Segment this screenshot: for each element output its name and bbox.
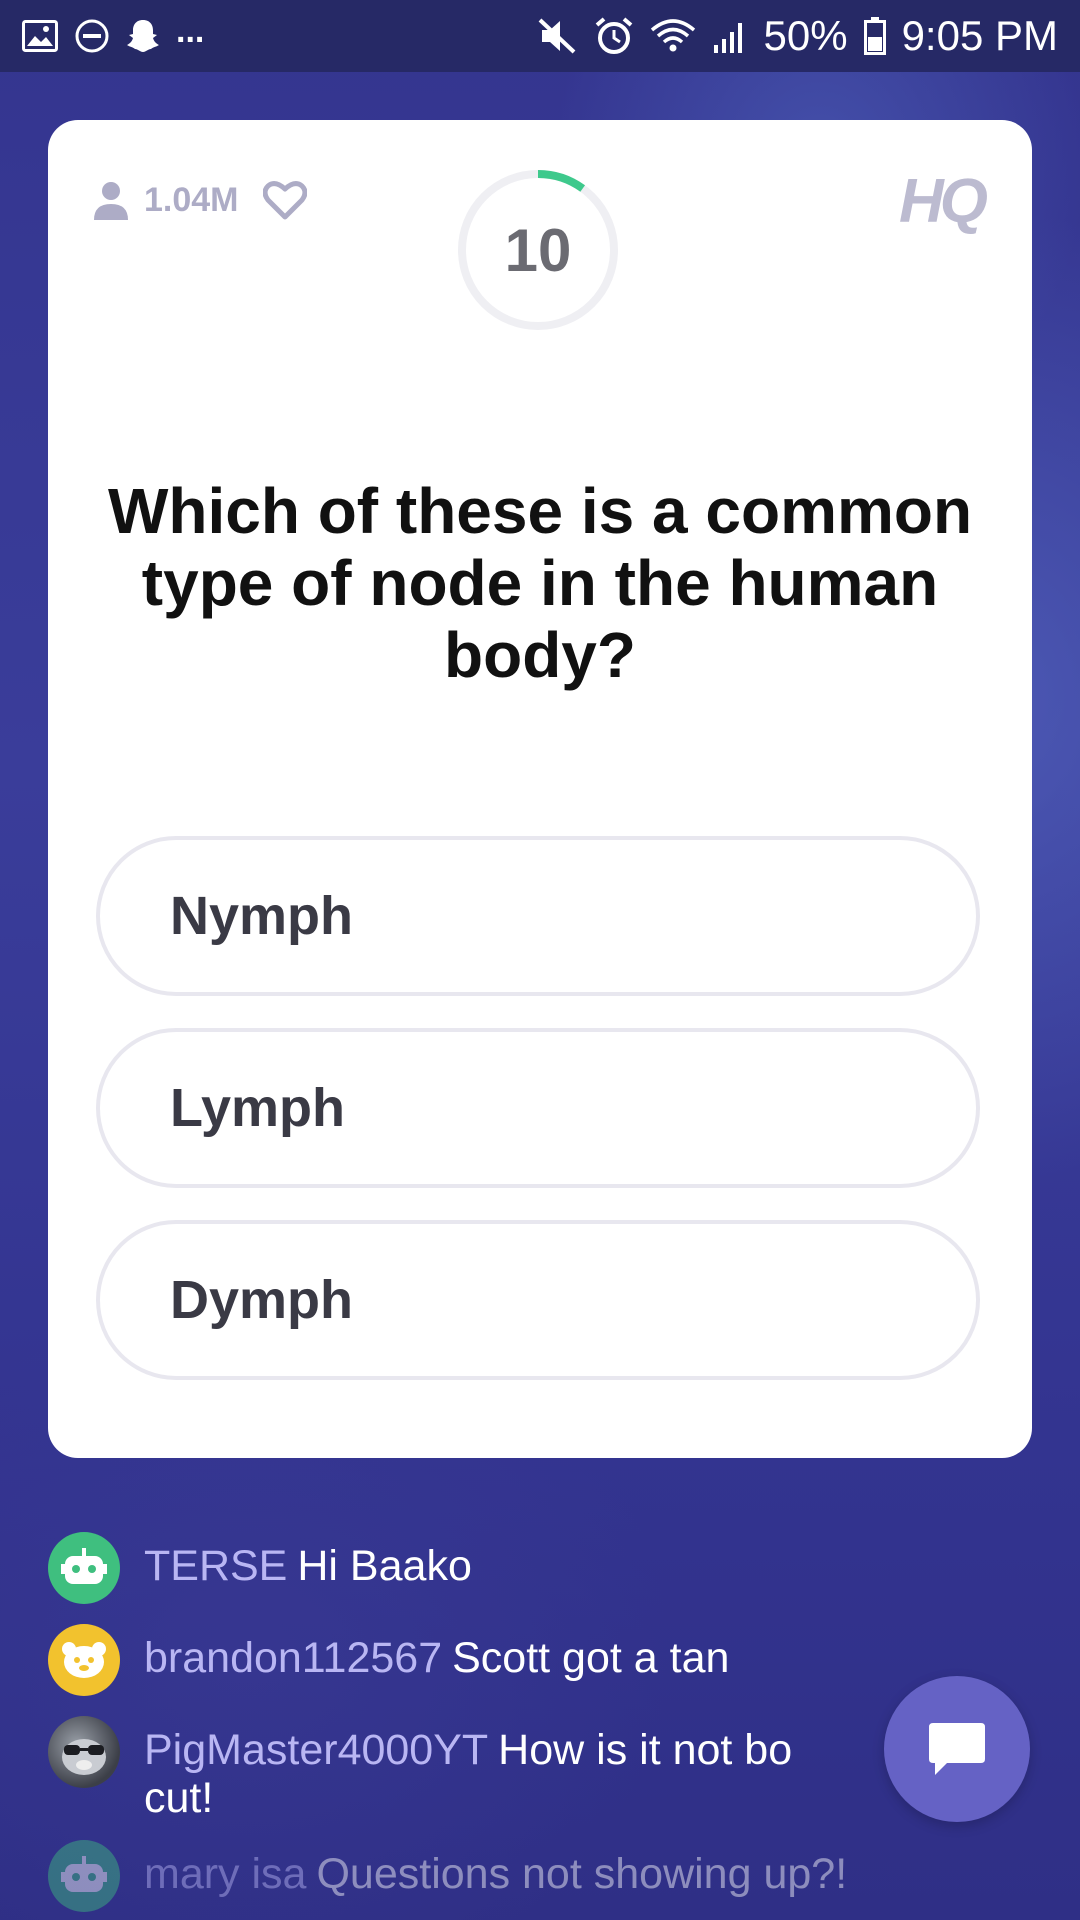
open-chat-button[interactable] (884, 1676, 1030, 1822)
chat-message: mary isa Questions not showing up?! (48, 1840, 904, 1912)
chat-message-text: mary isa Questions not showing up?! (144, 1840, 904, 1898)
wifi-icon (650, 18, 696, 54)
countdown-timer: 10 (456, 168, 620, 332)
status-bar: ... 50% 9:05 PM (0, 0, 1080, 72)
avatar (48, 1624, 120, 1696)
photo-avatar (62, 1739, 106, 1775)
answer-option-1[interactable]: Nymph (96, 836, 980, 996)
chat-message-body: Hi Baako (297, 1542, 472, 1590)
chat-username[interactable]: brandon112567 (144, 1634, 442, 1682)
robot-icon (61, 1548, 107, 1584)
heart-icon[interactable] (262, 180, 307, 220)
snapchat-icon (126, 18, 160, 54)
hq-logo: HQ (899, 167, 988, 236)
do-not-disturb-icon (74, 18, 110, 54)
alarm-icon (594, 16, 634, 56)
answer-option-3[interactable]: Dymph (96, 1220, 980, 1380)
mute-icon (538, 17, 578, 55)
avatar (48, 1840, 120, 1912)
robot-icon (61, 1856, 107, 1892)
chat-message-text: brandon112567 Scott got a tan (144, 1624, 904, 1682)
viewer-counter: 1.04M (92, 180, 307, 220)
chat-message: TERSE Hi Baako (48, 1532, 904, 1604)
question-card: 1.04M 10 HQ Which of these is a common t… (48, 120, 1032, 1458)
battery-icon (863, 17, 886, 55)
question-text: Which of these is a common type of node … (107, 475, 973, 691)
chat-username[interactable]: PigMaster4000YT (144, 1726, 488, 1774)
chat-message: PigMaster4000YT How is it not bo cut! (48, 1716, 844, 1822)
chat-message-body: Questions not showing up?! (316, 1850, 848, 1898)
bear-icon (62, 1642, 106, 1678)
battery-percentage: 50% (763, 12, 848, 59)
chat-message-text: PigMaster4000YT How is it not bo cut! (144, 1716, 844, 1822)
timer-value: 10 (504, 216, 572, 284)
more-notifications-indicator: ... (176, 11, 205, 50)
answer-option-2[interactable]: Lymph (96, 1028, 980, 1188)
clock: 9:05 PM (901, 12, 1058, 59)
chat-username[interactable]: mary isa (144, 1850, 306, 1898)
viewer-count: 1.04M (144, 180, 239, 219)
chat-bubble-icon (929, 1723, 985, 1775)
person-icon (92, 180, 130, 220)
chat-message-body: Scott got a tan (452, 1634, 730, 1682)
avatar (48, 1532, 120, 1604)
chat-message: brandon112567 Scott got a tan (48, 1624, 904, 1696)
avatar (48, 1716, 120, 1788)
chat-message-text: TERSE Hi Baako (144, 1532, 904, 1590)
chat-username[interactable]: TERSE (144, 1542, 287, 1590)
signal-icon (712, 19, 748, 53)
gallery-icon (22, 20, 58, 52)
